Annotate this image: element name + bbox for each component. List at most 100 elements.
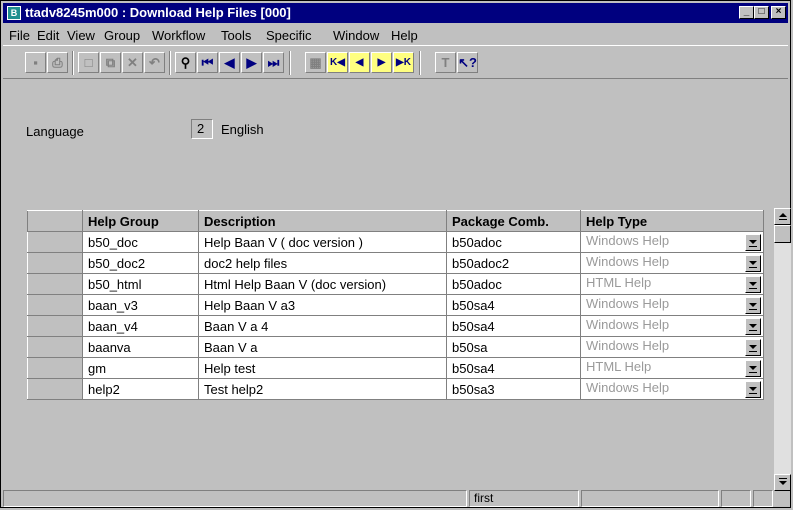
row-selector[interactable]: [27, 294, 83, 316]
help-group-cell[interactable]: help2: [82, 378, 199, 400]
column-header-package-comb[interactable]: Package Comb.: [446, 210, 581, 232]
toolbar-separator: [72, 51, 74, 75]
title-bar[interactable]: B ttadv8245m000 : Download Help Files [0…: [3, 3, 788, 23]
table-row[interactable]: b50_html Html Help Baan V (doc version) …: [27, 273, 764, 295]
menu-tools[interactable]: Tools: [221, 28, 251, 43]
last-record-icon[interactable]: ⏭: [263, 52, 284, 73]
row-selector[interactable]: [27, 315, 83, 337]
menu-group[interactable]: Group: [104, 28, 140, 43]
next-group-icon[interactable]: ▶: [371, 52, 392, 73]
copy-icon[interactable]: ⧉: [100, 52, 121, 73]
help-type-cell[interactable]: Windows Help: [580, 336, 764, 358]
help-group-cell[interactable]: b50_html: [82, 273, 199, 295]
menu-window[interactable]: Window: [333, 28, 379, 43]
help-group-cell[interactable]: b50_doc: [82, 231, 199, 253]
table-row[interactable]: baan_v3 Help Baan V a3 b50sa4 Windows He…: [27, 294, 764, 316]
table-row[interactable]: baan_v4 Baan V a 4 b50sa4 Windows Help: [27, 315, 764, 337]
column-header-help-group[interactable]: Help Group: [82, 210, 199, 232]
help-type-cell[interactable]: Windows Help: [580, 231, 764, 253]
help-type-cell[interactable]: HTML Help: [580, 357, 764, 379]
undo-icon[interactable]: ↶: [144, 52, 165, 73]
dropdown-arrow-icon[interactable]: [745, 297, 761, 314]
baan-app-icon[interactable]: B: [7, 6, 21, 20]
minimize-button[interactable]: _: [739, 6, 754, 19]
help-type-cell[interactable]: Windows Help: [580, 315, 764, 337]
dropdown-arrow-icon[interactable]: [745, 360, 761, 377]
context-help-icon[interactable]: ↖?: [457, 52, 478, 73]
new-icon[interactable]: □: [78, 52, 99, 73]
column-header-help-type[interactable]: Help Type: [580, 210, 764, 232]
help-type-cell[interactable]: Windows Help: [580, 378, 764, 400]
description-cell[interactable]: Baan V a 4: [198, 315, 447, 337]
package-cell[interactable]: b50sa3: [446, 378, 581, 400]
form-icon[interactable]: ▦: [305, 52, 326, 73]
package-cell[interactable]: b50sa: [446, 336, 581, 358]
column-header-description[interactable]: Description: [198, 210, 447, 232]
last-group-icon[interactable]: ▶K: [393, 52, 414, 73]
first-group-icon[interactable]: K◀: [327, 52, 348, 73]
package-cell[interactable]: b50adoc: [446, 273, 581, 295]
package-cell[interactable]: b50adoc: [446, 231, 581, 253]
dropdown-arrow-icon[interactable]: [745, 234, 761, 251]
package-cell[interactable]: b50adoc2: [446, 252, 581, 274]
table-row[interactable]: b50_doc2 doc2 help files b50adoc2 Window…: [27, 252, 764, 274]
save-icon[interactable]: ▪: [25, 52, 46, 73]
language-code-field[interactable]: 2: [191, 119, 213, 139]
row-selector[interactable]: [27, 357, 83, 379]
row-selector[interactable]: [27, 336, 83, 358]
menu-edit[interactable]: Edit: [37, 28, 59, 43]
help-group-cell[interactable]: b50_doc2: [82, 252, 199, 274]
package-cell[interactable]: b50sa4: [446, 315, 581, 337]
menu-help[interactable]: Help: [391, 28, 418, 43]
row-selector[interactable]: [27, 252, 83, 274]
print-icon[interactable]: ⎙: [47, 52, 68, 73]
scroll-thumb[interactable]: [774, 225, 791, 243]
description-cell[interactable]: doc2 help files: [198, 252, 447, 274]
menu-specific[interactable]: Specific: [266, 28, 312, 43]
menu-view[interactable]: View: [67, 28, 95, 43]
package-cell[interactable]: b50sa4: [446, 294, 581, 316]
delete-icon[interactable]: ✕: [122, 52, 143, 73]
package-cell[interactable]: b50sa4: [446, 357, 581, 379]
close-button[interactable]: ×: [771, 6, 786, 19]
dropdown-arrow-icon[interactable]: [745, 255, 761, 272]
description-cell[interactable]: Baan V a: [198, 336, 447, 358]
help-group-cell[interactable]: baan_v4: [82, 315, 199, 337]
description-cell[interactable]: Help Baan V a3: [198, 294, 447, 316]
description-cell[interactable]: Test help2: [198, 378, 447, 400]
menu-file[interactable]: File: [9, 28, 30, 43]
description-cell[interactable]: Help test: [198, 357, 447, 379]
menu-workflow[interactable]: Workflow: [152, 28, 205, 43]
table-row[interactable]: gm Help test b50sa4 HTML Help: [27, 357, 764, 379]
help-type-cell[interactable]: Windows Help: [580, 252, 764, 274]
help-group-cell[interactable]: baan_v3: [82, 294, 199, 316]
find-icon[interactable]: ⚲: [175, 52, 196, 73]
first-record-icon[interactable]: ⏮: [197, 52, 218, 73]
row-selector[interactable]: [27, 231, 83, 253]
dropdown-arrow-icon[interactable]: [745, 318, 761, 335]
scroll-up-button[interactable]: [774, 208, 791, 225]
next-record-icon[interactable]: ▶: [241, 52, 262, 73]
previous-record-icon[interactable]: ◀: [219, 52, 240, 73]
previous-group-icon[interactable]: ◀: [349, 52, 370, 73]
row-selector[interactable]: [27, 378, 83, 400]
table-row[interactable]: baanva Baan V a b50sa Windows Help: [27, 336, 764, 358]
help-group-cell[interactable]: gm: [82, 357, 199, 379]
help-type-cell[interactable]: HTML Help: [580, 273, 764, 295]
help-group-cell[interactable]: baanva: [82, 336, 199, 358]
help-type-value: Windows Help: [586, 338, 670, 353]
maximize-button[interactable]: □: [754, 6, 769, 19]
status-pane-3: [721, 490, 751, 507]
row-selector[interactable]: [27, 273, 83, 295]
dropdown-arrow-icon[interactable]: [745, 339, 761, 356]
vertical-scrollbar[interactable]: [774, 208, 791, 491]
window-title: ttadv8245m000 : Download Help Files [000…: [25, 5, 291, 20]
dropdown-arrow-icon[interactable]: [745, 276, 761, 293]
dropdown-arrow-icon[interactable]: [745, 381, 761, 398]
help-type-cell[interactable]: Windows Help: [580, 294, 764, 316]
text-icon[interactable]: T: [435, 52, 456, 73]
description-cell[interactable]: Html Help Baan V (doc version): [198, 273, 447, 295]
table-row[interactable]: b50_doc Help Baan V ( doc version ) b50a…: [27, 231, 764, 253]
description-cell[interactable]: Help Baan V ( doc version ): [198, 231, 447, 253]
table-row[interactable]: help2 Test help2 b50sa3 Windows Help: [27, 378, 764, 400]
